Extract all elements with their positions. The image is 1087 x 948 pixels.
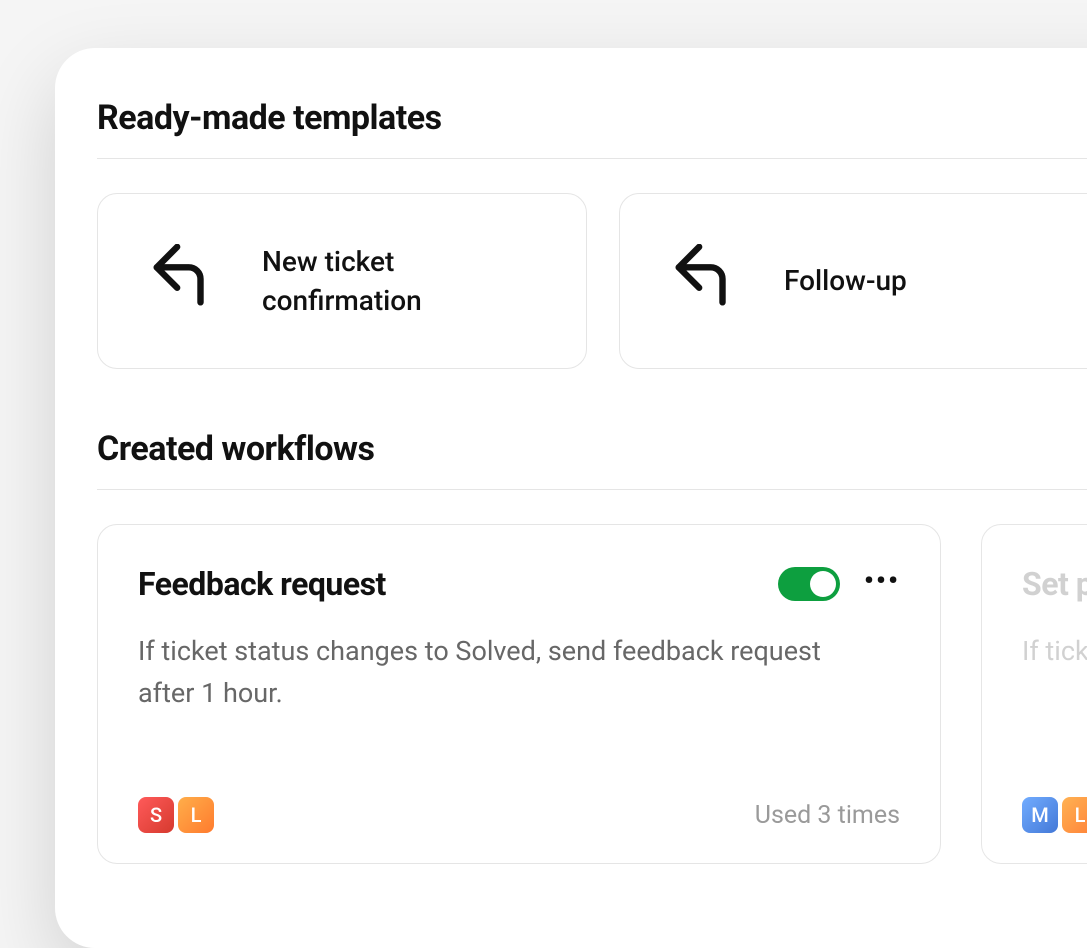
- template-label: Follow-up: [784, 261, 907, 300]
- workflow-header: Set p: [1022, 565, 1087, 603]
- workflow-card-set-p[interactable]: Set p If tick reque M L: [981, 524, 1087, 864]
- main-panel: Ready-made templates New ticket confirma…: [55, 48, 1087, 948]
- template-card-new-ticket-confirmation[interactable]: New ticket confirmation: [97, 193, 587, 369]
- divider: [97, 489, 1087, 490]
- badge-m: M: [1022, 797, 1058, 833]
- reply-arrow-icon: [670, 244, 740, 318]
- badge-l: L: [1062, 797, 1087, 833]
- workflow-description: If tick reque: [1022, 631, 1087, 673]
- workflow-title: Feedback request: [138, 565, 386, 603]
- workflow-title: Set p: [1022, 565, 1087, 603]
- usage-count: Used 3 times: [755, 801, 900, 830]
- workflow-footer: M L: [1022, 797, 1087, 833]
- badge-s: S: [138, 797, 174, 833]
- integration-badges: M L: [1022, 797, 1087, 833]
- reply-arrow-icon: [148, 244, 218, 318]
- workflows-heading: Created workflows: [97, 429, 1087, 489]
- workflow-description: If ticket status changes to Solved, send…: [138, 631, 858, 715]
- workflow-controls: •••: [778, 567, 900, 601]
- template-label: New ticket confirmation: [262, 242, 482, 320]
- workflow-header: Feedback request •••: [138, 565, 900, 603]
- template-card-follow-up[interactable]: Follow-up: [619, 193, 1087, 369]
- workflow-footer: S L Used 3 times: [138, 797, 900, 833]
- templates-row: New ticket confirmation Follow-up: [97, 193, 1087, 369]
- templates-heading: Ready-made templates: [97, 98, 1087, 158]
- more-menu-icon[interactable]: •••: [864, 567, 900, 601]
- badge-l: L: [178, 797, 214, 833]
- workflow-card-feedback-request[interactable]: Feedback request ••• If ticket status ch…: [97, 524, 941, 864]
- workflows-row: Feedback request ••• If ticket status ch…: [97, 524, 1087, 864]
- integration-badges: S L: [138, 797, 214, 833]
- workflow-toggle[interactable]: [778, 567, 840, 601]
- divider: [97, 158, 1087, 159]
